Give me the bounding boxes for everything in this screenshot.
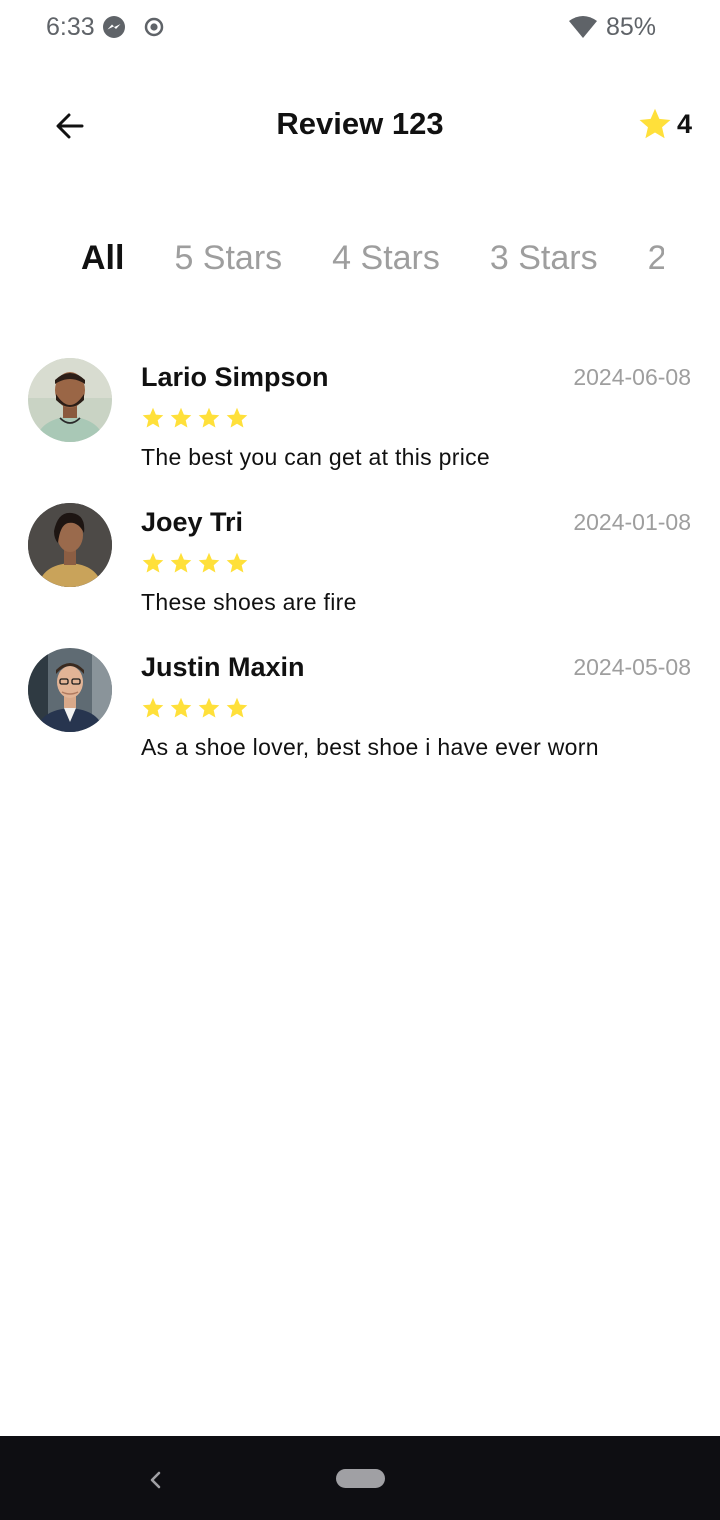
star-icon xyxy=(170,552,192,573)
star-icon xyxy=(639,108,671,139)
star-icon xyxy=(198,552,220,573)
rating-summary: 4 xyxy=(637,106,692,142)
status-time: 6:33 xyxy=(46,13,95,41)
tab-5-stars[interactable]: 5 Stars xyxy=(174,239,282,278)
star-icon xyxy=(170,697,192,718)
battery-percentage: 85% xyxy=(606,13,657,41)
review-text: The best you can get at this price xyxy=(141,444,491,470)
tab-4-stars[interactable]: 4 Stars xyxy=(332,239,440,278)
reviewer-name: Joey Tri xyxy=(141,507,244,537)
review-text: These shoes are fire xyxy=(141,589,357,615)
circle-dot-icon xyxy=(144,17,164,37)
review-stars xyxy=(141,406,249,430)
review-item: Lario Simpson 2024-06-08 The best you ca… xyxy=(0,356,720,501)
review-list: Lario Simpson 2024-06-08 The best you ca… xyxy=(0,356,720,791)
review-date: 2024-01-08 xyxy=(573,509,691,535)
star-icon xyxy=(142,552,164,573)
nav-back-icon[interactable] xyxy=(142,1466,170,1494)
review-stars xyxy=(141,696,249,720)
review-date: 2024-05-08 xyxy=(573,654,691,680)
rating-filter-tabs: All 5 Stars 4 Stars 3 Stars 2 Stars xyxy=(0,230,664,286)
star-icon xyxy=(226,552,248,573)
star-icon xyxy=(170,407,192,428)
page-title: Review 123 xyxy=(276,106,444,141)
review-item: Justin Maxin 2024-05-08 As a shoe lover,… xyxy=(0,646,720,791)
review-screen: 6:33 85% Review 123 4 All 5 Stars 4 Star… xyxy=(0,0,720,1520)
star-icon xyxy=(226,697,248,718)
avatar xyxy=(28,648,112,732)
reviewer-name: Justin Maxin xyxy=(141,652,305,682)
avatar xyxy=(28,358,112,442)
nav-home-pill[interactable] xyxy=(336,1469,385,1488)
app-header: Review 123 4 xyxy=(0,90,720,162)
tab-2-stars[interactable]: 2 Stars xyxy=(648,239,664,278)
star-icon xyxy=(142,697,164,718)
messenger-icon xyxy=(103,16,125,38)
star-icon xyxy=(198,697,220,718)
avatar xyxy=(28,503,112,587)
wifi-icon xyxy=(569,16,597,38)
review-date: 2024-06-08 xyxy=(573,364,691,390)
star-icon xyxy=(198,407,220,428)
status-bar: 6:33 85% xyxy=(0,0,720,56)
reviewer-name: Lario Simpson xyxy=(141,362,329,392)
star-icon xyxy=(142,407,164,428)
review-item: Joey Tri 2024-01-08 These shoes are fire xyxy=(0,501,720,646)
tab-all[interactable]: All xyxy=(81,239,124,278)
review-stars xyxy=(141,551,249,575)
system-navigation-bar xyxy=(0,1436,720,1520)
tab-3-stars[interactable]: 3 Stars xyxy=(490,239,598,278)
review-text: As a shoe lover, best shoe i have ever w… xyxy=(141,734,599,760)
star-icon xyxy=(226,407,248,428)
average-rating: 4 xyxy=(676,108,692,139)
